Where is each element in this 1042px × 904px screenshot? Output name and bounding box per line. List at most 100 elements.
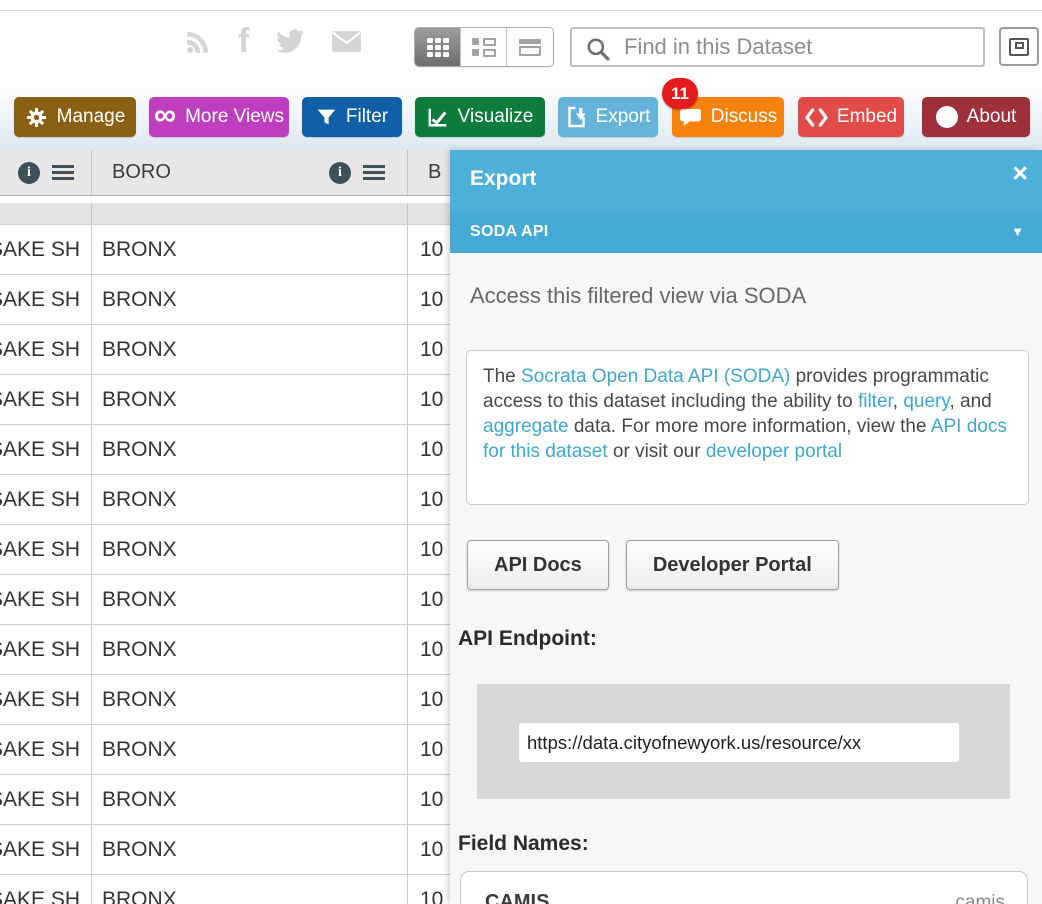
twitter-icon[interactable] — [275, 29, 305, 54]
table-cell[interactable]: SAKE SH — [0, 525, 92, 574]
inline-link[interactable]: filter — [858, 391, 893, 412]
more-views-label: More Views — [185, 106, 284, 128]
table-cell[interactable]: BRONX — [92, 725, 408, 774]
table-cell[interactable]: BRONX — [92, 325, 408, 374]
speech-bubble-icon — [679, 107, 702, 128]
table-cell[interactable]: SAKE SH — [0, 675, 92, 724]
table-cell[interactable]: BRONX — [92, 675, 408, 724]
email-icon[interactable] — [331, 30, 362, 53]
discuss-count-badge: 11 — [662, 78, 698, 109]
export-icon — [566, 106, 587, 128]
table-cell[interactable]: BRONX — [92, 425, 408, 474]
table-cell[interactable]: SAKE SH — [0, 725, 92, 774]
field-api-name: camis — [955, 892, 1005, 904]
table-cell[interactable]: SAKE SH — [0, 275, 92, 324]
column-menu-icon[interactable] — [363, 165, 385, 180]
column-menu-icon[interactable] — [52, 165, 74, 180]
table-cell[interactable]: SAKE SH — [0, 425, 92, 474]
inline-link[interactable]: query — [903, 391, 949, 412]
visualize-label: Visualize — [458, 106, 534, 128]
endpoint-container — [477, 684, 1010, 799]
field-name: CAMIS — [485, 891, 549, 904]
soda-api-section-header[interactable]: SODA API ▼ — [450, 211, 1042, 253]
divider — [0, 10, 1042, 11]
column-title: BORO — [112, 161, 171, 184]
table-cell[interactable]: BRONX — [92, 375, 408, 424]
table-cell[interactable]: BRONX — [92, 475, 408, 524]
about-label: About — [967, 106, 1017, 128]
table-cell[interactable]: SAKE SH — [0, 875, 92, 904]
manage-button[interactable]: Manage — [14, 97, 136, 137]
discuss-label: Discuss — [711, 106, 778, 128]
fullscreen-button[interactable] — [999, 27, 1039, 66]
table-cell[interactable]: SAKE SH — [0, 375, 92, 424]
info-icon[interactable]: i — [329, 162, 351, 184]
field-row: CAMIS camis — [461, 872, 1027, 904]
description-text: , — [893, 391, 904, 412]
field-names-label: Field Names: — [458, 832, 589, 856]
column-header-boro[interactable]: BORO i — [92, 150, 408, 195]
social-share-icons: f — [185, 26, 362, 56]
embed-button[interactable]: Embed — [798, 97, 904, 137]
table-cell[interactable]: SAKE SH — [0, 775, 92, 824]
export-button[interactable]: Export — [558, 97, 658, 137]
table-cell[interactable]: SAKE SH — [0, 475, 92, 524]
page-view-icon — [519, 39, 541, 56]
table-cell[interactable]: BRONX — [92, 825, 408, 874]
grid-view-button[interactable] — [415, 28, 461, 66]
export-label: Export — [596, 106, 651, 128]
search-input[interactable] — [624, 32, 974, 62]
grid-view-icon — [427, 38, 449, 57]
soda-subtitle: Access this filtered view via SODA — [470, 283, 806, 309]
api-buttons-row: API Docs Developer Portal — [467, 540, 839, 590]
rich-list-view-button[interactable] — [461, 28, 507, 66]
dataset-page: f — [0, 0, 1042, 904]
info-icon: i — [936, 106, 958, 128]
export-panel-header: Export × — [450, 150, 1042, 211]
table-cell[interactable]: BRONX — [92, 275, 408, 324]
field-names-box: CAMIS camis — [460, 871, 1028, 904]
inline-link[interactable]: developer portal — [706, 441, 842, 462]
chart-icon — [427, 106, 449, 128]
api-endpoint-label: API Endpoint: — [458, 627, 597, 651]
developer-portal-button[interactable]: Developer Portal — [626, 540, 839, 590]
info-icon[interactable]: i — [18, 162, 40, 184]
api-endpoint-input[interactable] — [519, 723, 959, 762]
inline-link[interactable]: Socrata Open Data API (SODA) — [521, 366, 790, 387]
table-cell[interactable]: SAKE SH — [0, 225, 92, 274]
table-cell[interactable]: BRONX — [92, 625, 408, 674]
facebook-icon[interactable]: f — [238, 26, 249, 56]
top-bar: f — [0, 0, 1042, 88]
description-text: The — [483, 366, 521, 387]
table-cell[interactable]: BRONX — [92, 775, 408, 824]
export-panel: Export × SODA API ▼ Access this filtered… — [450, 150, 1042, 904]
description-text: , and — [949, 391, 991, 412]
column-header-1[interactable]: i — [0, 150, 92, 195]
table-cell[interactable]: SAKE SH — [0, 625, 92, 674]
filter-button[interactable]: Filter — [302, 97, 402, 137]
more-views-button[interactable]: ∞ More Views — [149, 97, 289, 137]
rss-icon[interactable] — [185, 28, 212, 55]
inline-link[interactable]: aggregate — [483, 416, 569, 437]
api-docs-button[interactable]: API Docs — [467, 540, 609, 590]
visualize-button[interactable]: Visualize — [415, 97, 545, 137]
table-cell[interactable]: BRONX — [92, 875, 408, 904]
description-text: data. For more more information, view th… — [569, 416, 931, 437]
table-cell[interactable]: SAKE SH — [0, 825, 92, 874]
table-cell[interactable]: BRONX — [92, 225, 408, 274]
description-text: or visit our — [608, 441, 706, 462]
close-icon[interactable]: × — [1012, 160, 1028, 187]
table-cell[interactable]: BRONX — [92, 575, 408, 624]
panel-title: Export — [470, 167, 537, 191]
table-cell[interactable]: BRONX — [92, 525, 408, 574]
filter-label: Filter — [346, 106, 388, 128]
about-button[interactable]: i About — [922, 97, 1030, 137]
embed-label: Embed — [837, 106, 897, 128]
search-icon — [585, 36, 611, 62]
table-cell[interactable]: SAKE SH — [0, 325, 92, 374]
code-brackets-icon — [805, 108, 828, 127]
table-cell[interactable]: SAKE SH — [0, 575, 92, 624]
dataset-search — [570, 27, 985, 67]
funnel-icon — [316, 107, 337, 128]
page-view-button[interactable] — [507, 28, 553, 66]
